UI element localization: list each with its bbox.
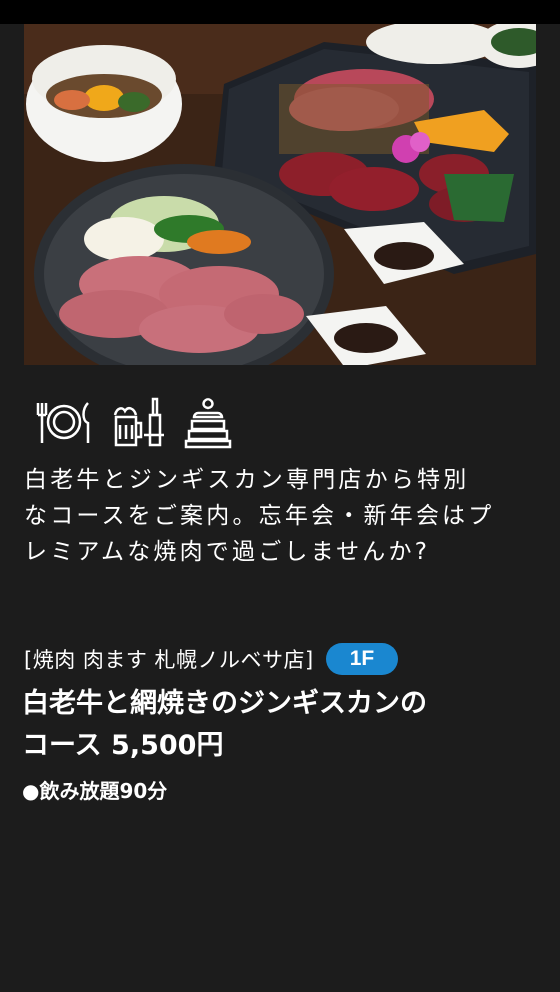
feature-icons — [32, 395, 232, 449]
beer-drinks-icon — [112, 395, 168, 449]
venue-name: [焼肉 肉ます 札幌ノルベサ店] — [24, 648, 314, 672]
course-title-line-1: 白老牛と網焼きのジンギスカンの — [22, 688, 427, 719]
course-title-line-2: コース 5,500円 — [22, 730, 224, 761]
venue-row: [焼肉 肉ます 札幌ノルベサ店] 1F — [24, 643, 399, 675]
top-band — [0, 0, 560, 24]
description-line-2: なコースをご案内。忘年会・新年会はプ — [24, 503, 495, 529]
floor-badge: 1F — [325, 643, 399, 675]
course-title: 白老牛と網焼きのジンギスカンの コース 5,500円 — [22, 683, 552, 767]
layer-cake-icon — [184, 395, 232, 449]
description-line-3: レミアムな焼肉で過ごしませんか? — [24, 539, 431, 565]
description-line-1: 白老牛とジンギスカン専門店から特別 — [24, 467, 470, 493]
dining-plate-icon — [32, 395, 96, 449]
food-photo — [24, 24, 536, 365]
drink-note: ●飲み放題90分 — [22, 779, 168, 803]
description: 白老牛とジンギスカン専門店から特別 なコースをご案内。忘年会・新年会はプ レミア… — [24, 462, 544, 570]
